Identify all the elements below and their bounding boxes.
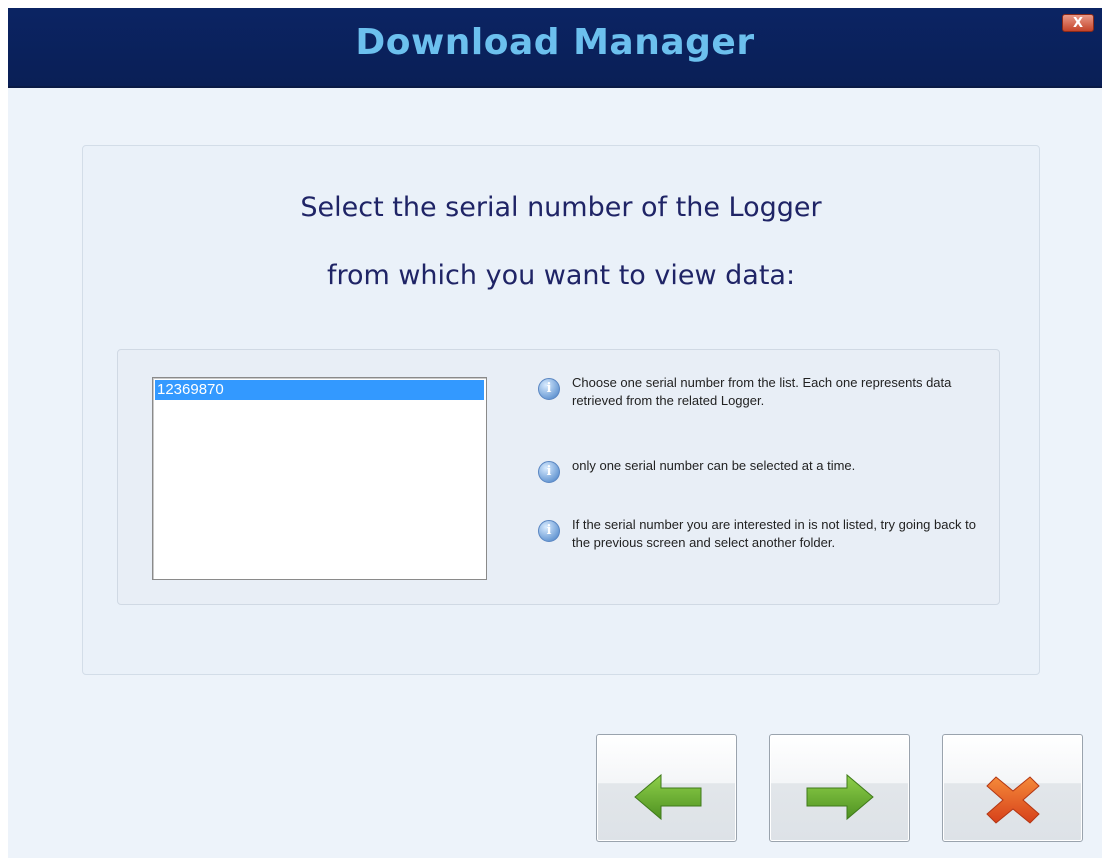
info-text-single-selection: only one serial number can be selected a… <box>572 458 856 473</box>
info-icon: i <box>538 461 560 483</box>
cancel-button[interactable] <box>942 734 1083 842</box>
page-heading-line1: Select the serial number of the Logger <box>300 192 822 223</box>
serial-selection-box: 12369870 i Choose one serial number from… <box>117 349 1000 605</box>
next-button[interactable] <box>769 734 910 842</box>
info-icon: i <box>538 378 560 400</box>
serial-number-list[interactable]: 12369870 <box>152 377 487 580</box>
selection-panel: Select the serial number of the Logger f… <box>82 145 1040 675</box>
arrow-left-icon <box>634 773 702 821</box>
window-title: Download Manager <box>355 22 755 63</box>
page-heading-line2: from which you want to view data: <box>326 260 796 291</box>
info-text-not-listed: If the serial number you are interested … <box>572 517 976 550</box>
back-button[interactable] <box>596 734 737 842</box>
close-icon: X <box>1072 15 1084 31</box>
arrow-right-icon <box>806 773 874 821</box>
info-icon: i <box>538 520 560 542</box>
title-bar: Download Manager X <box>8 8 1102 88</box>
serial-list-item-selected[interactable]: 12369870 <box>155 380 484 400</box>
cross-icon <box>986 776 1040 824</box>
download-manager-window: Download Manager X Select the serial num… <box>8 8 1102 858</box>
info-text-choose: Choose one serial number from the list. … <box>572 375 952 408</box>
close-button[interactable]: X <box>1062 14 1094 32</box>
